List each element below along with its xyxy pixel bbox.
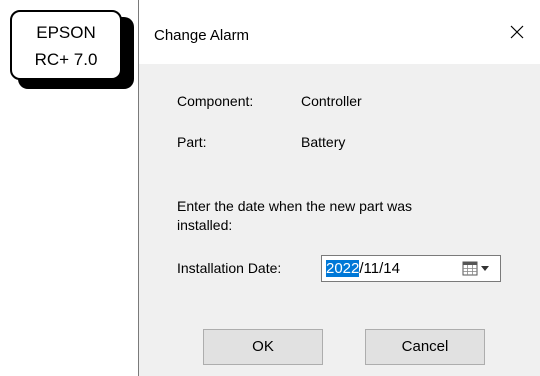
- date-year-selected[interactable]: 2022: [326, 260, 360, 277]
- cancel-button[interactable]: Cancel: [365, 329, 485, 365]
- installation-date-label: Installation Date:: [177, 260, 282, 276]
- date-value[interactable]: 2022/11/14: [326, 260, 400, 277]
- badge-version: RC+ 7.0: [34, 50, 98, 69]
- part-value: Battery: [301, 134, 346, 150]
- component-label: Component:: [177, 93, 254, 109]
- close-icon: [510, 25, 524, 39]
- instruction-line-1: Enter the date when the new part was: [177, 198, 413, 214]
- part-label: Part:: [177, 134, 207, 150]
- component-value: Controller: [301, 93, 362, 109]
- change-alarm-dialog: Change Alarm Component: Controller Part:…: [138, 0, 540, 376]
- instruction-line-2: installed:: [177, 217, 233, 233]
- title-bar: Change Alarm: [139, 0, 540, 64]
- calendar-dropdown-button[interactable]: [462, 260, 496, 278]
- epson-badge: EPSON RC+ 7.0: [10, 10, 122, 80]
- calendar-icon: [462, 261, 478, 276]
- dialog-title: Change Alarm: [154, 27, 250, 44]
- close-button[interactable]: [494, 14, 540, 50]
- dialog-body: Component: Controller Part: Battery Ente…: [139, 64, 540, 376]
- installation-date-picker[interactable]: 2022/11/14: [321, 255, 501, 282]
- ok-button[interactable]: OK: [203, 329, 323, 365]
- chevron-down-icon: [481, 266, 489, 271]
- date-month-day[interactable]: /11/14: [359, 260, 400, 277]
- badge-brand: EPSON: [36, 23, 96, 42]
